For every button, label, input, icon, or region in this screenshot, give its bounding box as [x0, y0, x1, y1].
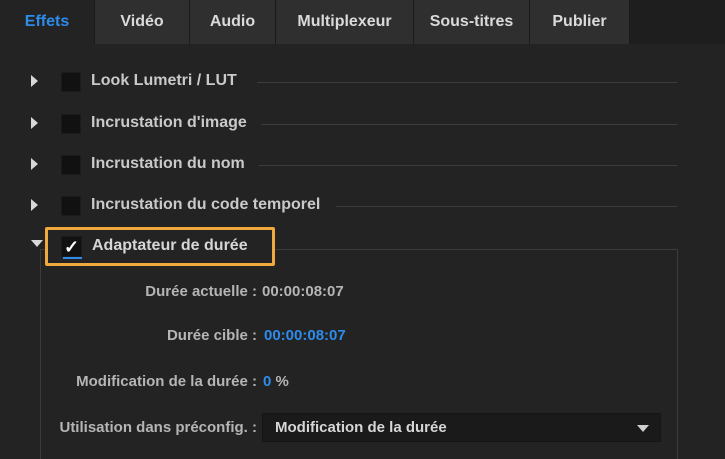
- tab-video[interactable]: Vidéo: [95, 0, 190, 44]
- preset-usage-label: Utilisation dans préconfig. :: [59, 419, 257, 436]
- triangle-right-icon[interactable]: [31, 75, 38, 87]
- effect-checkbox-lumetri[interactable]: [61, 72, 81, 92]
- divider: [336, 206, 677, 207]
- triangle-right-icon[interactable]: [31, 117, 38, 129]
- current-duration-value: 00:00:08:07: [262, 283, 344, 300]
- triangle-right-icon[interactable]: [31, 158, 38, 170]
- checkmark-icon: ✓: [63, 237, 80, 257]
- tab-publish[interactable]: Publier: [530, 0, 630, 44]
- effect-row-name-overlay[interactable]: Incrustation du nom: [0, 151, 725, 179]
- duration-modification-field: 0 %: [263, 373, 289, 390]
- divider: [257, 82, 677, 83]
- divider: [259, 165, 677, 166]
- percent-unit: %: [275, 373, 289, 390]
- tab-subtitles[interactable]: Sous-titres: [414, 0, 530, 44]
- chevron-down-icon[interactable]: [637, 425, 649, 432]
- effect-checkbox-image-overlay[interactable]: [61, 114, 81, 134]
- tab-effects[interactable]: Effets: [0, 0, 95, 44]
- divider: [261, 124, 677, 125]
- triangle-right-icon[interactable]: [31, 199, 38, 211]
- duration-modification-label: Modification de la durée :: [76, 373, 257, 390]
- target-duration-label: Durée cible :: [166, 327, 257, 344]
- effect-row-lumetri[interactable]: Look Lumetri / LUT: [0, 68, 725, 96]
- tab-multiplexer[interactable]: Multiplexeur: [276, 0, 414, 44]
- effect-row-timecode-overlay[interactable]: Incrustation du code temporel: [0, 192, 725, 220]
- current-duration-label: Durée actuelle :: [145, 283, 257, 300]
- effect-checkbox-name-overlay[interactable]: [61, 155, 81, 175]
- preset-usage-selected: Modification de la durée: [275, 419, 447, 436]
- effect-label-name-overlay: Incrustation du nom: [91, 155, 245, 172]
- triangle-down-icon[interactable]: [31, 240, 43, 247]
- effect-label-image-overlay: Incrustation d'image: [91, 114, 247, 131]
- duration-modification-value[interactable]: 0: [263, 373, 271, 390]
- divider: [276, 249, 677, 250]
- effect-label-duration-adapter: Adaptateur de durée: [92, 237, 248, 254]
- tab-audio[interactable]: Audio: [190, 0, 276, 44]
- effect-checkbox-duration-adapter[interactable]: ✓: [61, 236, 82, 259]
- preset-usage-dropdown[interactable]: Modification de la durée: [262, 413, 661, 442]
- effect-label-timecode-overlay: Incrustation du code temporel: [91, 196, 321, 213]
- checkbox-focus-underline: [63, 257, 82, 259]
- effect-row-image-overlay[interactable]: Incrustation d'image: [0, 110, 725, 138]
- effect-checkbox-timecode-overlay[interactable]: [61, 196, 81, 216]
- effect-label-lumetri: Look Lumetri / LUT: [91, 72, 237, 89]
- target-duration-value[interactable]: 00:00:08:07: [264, 327, 346, 344]
- tab-bar: Effets Vidéo Audio Multiplexeur Sous-tit…: [0, 0, 725, 44]
